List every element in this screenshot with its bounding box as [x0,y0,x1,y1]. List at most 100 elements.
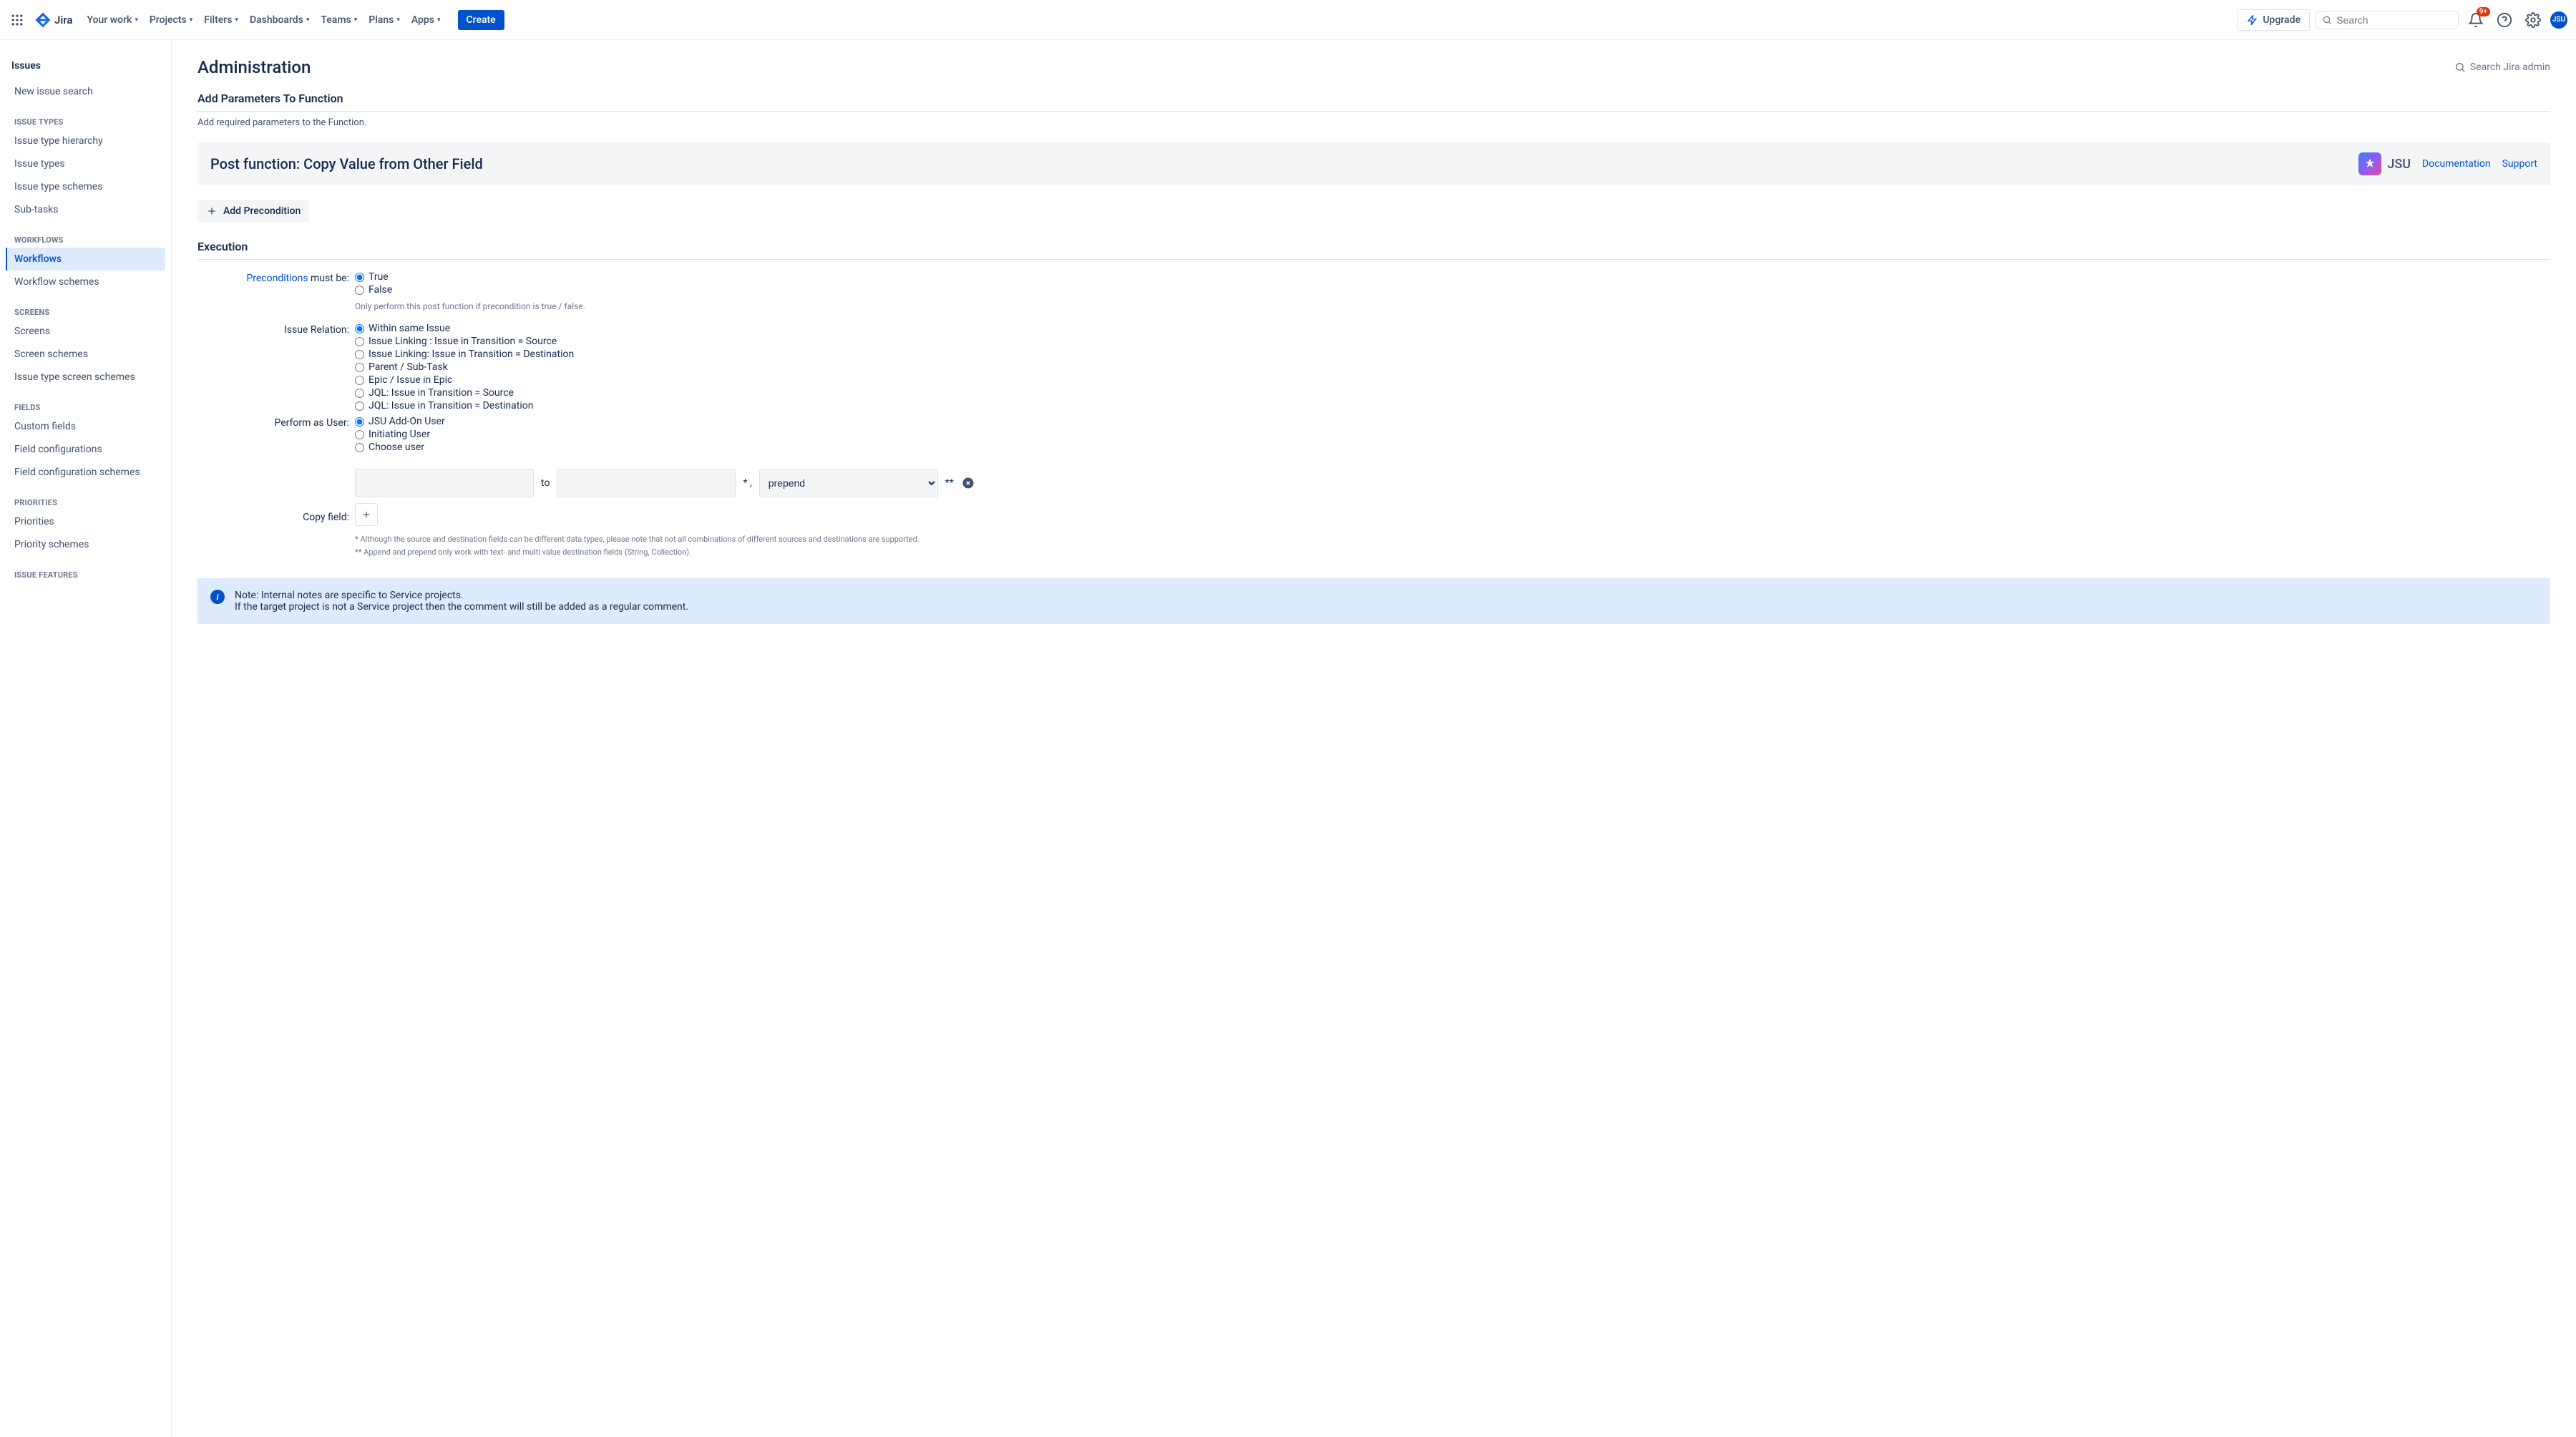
copy-field-label: Copy field: [197,505,355,523]
settings-button[interactable] [2522,9,2545,31]
sidebar-item-workflow-schemes[interactable]: Workflow schemes [6,271,165,293]
nav-item-your-work[interactable]: Your work ▾ [81,11,143,29]
issue-relation-radio[interactable] [355,337,364,346]
sidebar-item-new-issue-search[interactable]: New issue search [6,80,165,103]
issue-relation-option[interactable]: JQL: Issue in Transition = Destination [355,400,2550,411]
sidebar-group-fields: FIELDS [6,389,165,415]
issue-relation-option[interactable]: Issue Linking: Issue in Transition = Des… [355,349,2550,360]
issue-relation-label: Issue Relation: [197,323,355,336]
sidebar-group-issue-features: ISSUE FEATURES [6,556,165,583]
plus-icon [206,205,218,217]
nav-item-plans[interactable]: Plans ▾ [363,11,406,29]
issue-relation-radio[interactable] [355,389,364,398]
sidebar-item-issue-type-schemes[interactable]: Issue type schemes [6,175,165,198]
sidebar-title: Issues [6,54,165,80]
jira-logo[interactable]: Jira [34,11,72,29]
info-line-1: Note: Internal notes are specific to Ser… [235,590,688,601]
precondition-help: Only perform this post function if preco… [355,301,2550,311]
support-link[interactable]: Support [2502,158,2537,170]
sidebar-item-issue-type-screen-schemes[interactable]: Issue type screen schemes [6,366,165,389]
add-precondition-label: Add Precondition [223,205,301,217]
perform-user-label: Perform as User: [197,416,355,429]
perform-user-option[interactable]: Initiating User [355,429,2550,440]
help-icon [2497,12,2512,28]
copy-mode-select[interactable]: prepend [759,469,938,497]
perform-user-radio[interactable] [355,430,364,439]
issue-relation-radio[interactable] [355,324,364,333]
jira-product-name: Jira [54,14,72,26]
nav-item-dashboards[interactable]: Dashboards ▾ [244,11,315,29]
search-input[interactable] [2336,14,2452,26]
copy-sep2: ** [945,477,954,489]
issue-relation-option[interactable]: Epic / Issue in Epic [355,374,2550,386]
copy-destination-field[interactable] [557,469,736,497]
notifications-button[interactable]: 9+ [2464,9,2487,31]
info-note: i Note: Internal notes are specific to S… [197,578,2550,624]
sidebar-group-priorities: PRIORITIES [6,484,165,510]
chevron-down-icon: ▾ [437,16,441,24]
issue-relation-radio[interactable] [355,350,364,359]
section-title: Add Parameters To Function [197,92,2550,112]
sidebar-item-issue-type-hierarchy[interactable]: Issue type hierarchy [6,130,165,152]
info-line-2: If the target project is not a Service p… [235,601,688,613]
footnote-1: * Although the source and destination fi… [355,533,2550,546]
precondition-radio[interactable] [355,273,364,282]
add-row-button[interactable] [355,503,378,526]
chevron-down-icon: ▾ [235,16,238,24]
upgrade-label: Upgrade [2263,14,2301,26]
precondition-option[interactable]: True [355,271,2550,283]
preconditions-label: Preconditions must be: [197,271,355,284]
sidebar-item-sub-tasks[interactable]: Sub-tasks [6,198,165,221]
footnote-2: ** Append and prepend only work with tex… [355,546,2550,559]
create-button[interactable]: Create [458,10,504,30]
nav-item-filters[interactable]: Filters ▾ [198,11,244,29]
issue-relation-radio[interactable] [355,401,364,411]
sidebar-item-field-configurations[interactable]: Field configurations [6,438,165,461]
perform-user-radio[interactable] [355,443,364,452]
chevron-down-icon: ▾ [354,16,358,24]
sidebar-item-priority-schemes[interactable]: Priority schemes [6,533,165,556]
precondition-option[interactable]: False [355,284,2550,296]
nav-item-teams[interactable]: Teams ▾ [315,11,363,29]
perform-user-radio[interactable] [355,417,364,427]
close-circle-icon [962,477,975,489]
remove-row-button[interactable] [961,476,975,490]
copy-source-field[interactable] [355,469,534,497]
page-title: Administration [197,57,311,77]
preconditions-link[interactable]: Preconditions [246,273,308,284]
sidebar-item-issue-types[interactable]: Issue types [6,152,165,175]
app-switcher-icon[interactable] [9,11,26,29]
jsu-label: JSU [2387,157,2411,172]
sidebar-item-priorities[interactable]: Priorities [6,510,165,533]
sidebar-item-custom-fields[interactable]: Custom fields [6,415,165,438]
documentation-link[interactable]: Documentation [2422,158,2491,170]
jsu-logo-icon [2358,152,2381,175]
help-button[interactable] [2493,9,2516,31]
add-precondition-button[interactable]: Add Precondition [197,200,309,223]
search-jira-admin[interactable]: Search Jira admin [2454,62,2550,73]
sidebar-item-field-configuration-schemes[interactable]: Field configuration schemes [6,461,165,484]
chevron-down-icon: ▾ [306,16,310,24]
copy-to-label: to [541,477,550,489]
perform-user-option[interactable]: JSU Add-On User [355,416,2550,427]
sidebar-item-workflows[interactable]: Workflows [6,248,165,271]
issue-relation-option[interactable]: Parent / Sub-Task [355,361,2550,373]
issue-relation-option[interactable]: Issue Linking : Issue in Transition = So… [355,336,2550,347]
precondition-radio[interactable] [355,286,364,295]
perform-user-option[interactable]: Choose user [355,442,2550,453]
issue-relation-radio[interactable] [355,363,364,372]
issue-relation-option[interactable]: JQL: Issue in Transition = Source [355,387,2550,399]
issue-relation-option[interactable]: Within same Issue [355,323,2550,334]
user-avatar[interactable]: JSU [2550,11,2567,29]
nav-item-projects[interactable]: Projects ▾ [144,11,198,29]
issue-relation-radio[interactable] [355,376,364,385]
nav-item-apps[interactable]: Apps ▾ [406,11,447,29]
upgrade-button[interactable]: Upgrade [2238,9,2310,31]
copy-sep1: * , [743,477,751,489]
execution-title: Execution [197,240,2550,260]
sidebar-group-workflows: WORKFLOWS [6,221,165,248]
global-search[interactable] [2316,11,2459,29]
sidebar-group-issue-types: ISSUE TYPES [6,103,165,130]
sidebar-item-screens[interactable]: Screens [6,320,165,343]
sidebar-item-screen-schemes[interactable]: Screen schemes [6,343,165,366]
